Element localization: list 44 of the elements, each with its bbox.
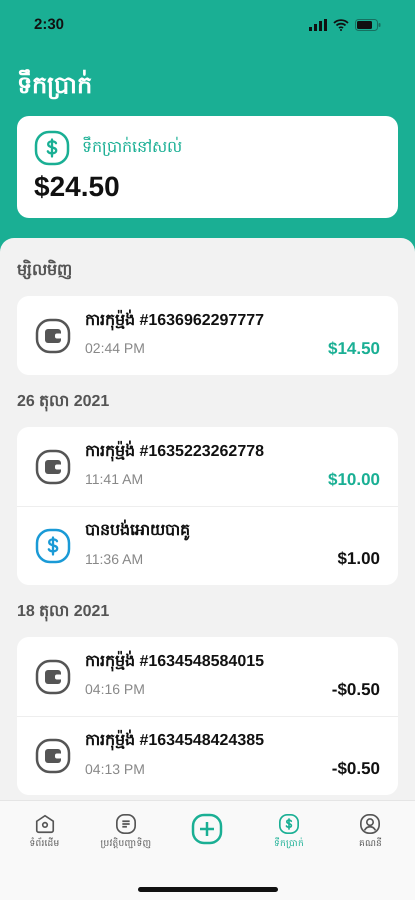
- transaction-title: ការកុម្ម៉ង់ #1636962297777: [85, 310, 266, 332]
- transaction-amount: $14.50: [328, 338, 380, 360]
- date-heading: ម្សិលមិញ: [17, 252, 398, 290]
- home-icon: [34, 813, 56, 835]
- transaction-time: 04:16 PM: [85, 680, 145, 699]
- transaction-amount: -$0.50: [332, 678, 380, 701]
- transaction-amount: $1.00: [337, 548, 380, 570]
- transaction-title: ការកុម្ម៉ង់ #1634548424385: [85, 730, 380, 752]
- add-icon: [191, 813, 224, 845]
- transaction-row[interactable]: បានបង់អោយបាគូ 11:36 AM $1.00: [17, 506, 398, 585]
- date-heading: 26 តុលា 2021: [17, 392, 110, 414]
- battery-icon: [355, 19, 381, 31]
- transaction-title: ការកុម្ម៉ង់ #1634548584015: [85, 650, 266, 673]
- transaction-row[interactable]: ការកុម្ម៉ង់ #1634548424385 04:13 PM -$0.50: [17, 716, 398, 795]
- transaction-time: 11:36 AM: [85, 550, 144, 568]
- balance-amount: $24.50: [34, 170, 121, 204]
- dollar-icon: [278, 813, 300, 835]
- dollar-icon: [34, 130, 70, 166]
- tab-item[interactable]: ប្រវត្តិបញ្ជាទិញ: [98, 813, 154, 849]
- dollar-icon: [35, 528, 71, 564]
- user-icon: [359, 813, 382, 835]
- transaction-row[interactable]: ការកុម្ម៉ង់ #1635223262778 11:41 AM $10.00: [17, 427, 398, 506]
- tab-item[interactable]: ទំព័រដើម: [16, 813, 73, 849]
- tab-item[interactable]: គណនី: [342, 813, 398, 849]
- transaction-row[interactable]: ការកុម្ម៉ង់ #1636962297777 02:44 PM $14.50: [17, 296, 398, 375]
- wifi-icon: [333, 19, 349, 31]
- transaction-time: 11:41 AM: [85, 470, 144, 489]
- transaction-time: 04:13 PM: [85, 760, 145, 778]
- signal-icon: [309, 19, 327, 31]
- wallet-icon: [35, 448, 71, 484]
- transaction-title: ការកុម្ម៉ង់ #1635223262778: [85, 440, 266, 463]
- transaction-amount: $10.00: [328, 468, 380, 491]
- page-title: ទឹកប្រាក់: [17, 70, 398, 102]
- transaction-title: បានបង់អោយបាគូ: [85, 520, 380, 542]
- status-time: 2:30: [34, 14, 64, 35]
- date-heading: 18 តុលា 2021: [17, 602, 110, 624]
- transaction-time: 02:44 PM: [85, 339, 145, 358]
- transaction-amount: -$0.50: [332, 758, 380, 780]
- balance-label: ទឹកប្រាក់នៅសល់: [82, 136, 182, 160]
- wallet-icon: [35, 318, 71, 354]
- wallet-icon: [35, 738, 71, 774]
- wallet-icon: [35, 658, 71, 694]
- list-icon: [115, 813, 138, 835]
- transaction-row[interactable]: ការកុម្ម៉ង់ #1634548584015 04:16 PM -$0.50: [17, 637, 398, 716]
